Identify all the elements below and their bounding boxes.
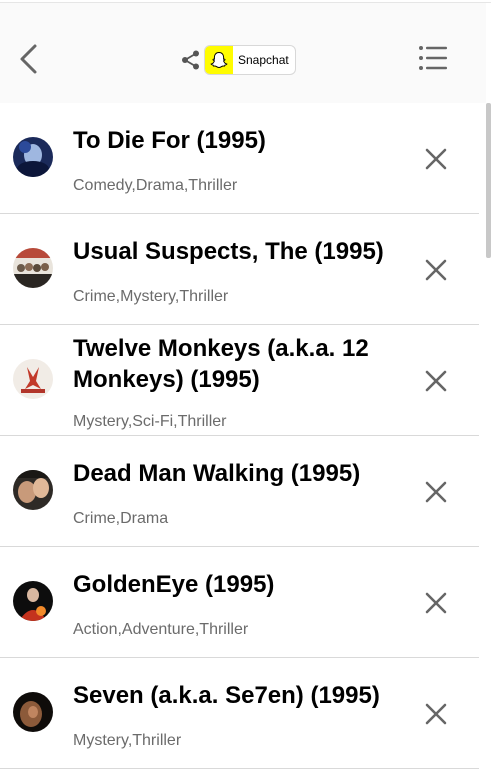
snapchat-logo	[205, 46, 233, 74]
close-icon	[425, 592, 447, 614]
close-icon	[425, 481, 447, 503]
scrollbar[interactable]	[486, 103, 491, 258]
share-area: Snapchat	[180, 45, 296, 75]
list-item[interactable]: Usual Suspects, The (1995) Crime,Mystery…	[0, 214, 479, 325]
list-item[interactable]: Dead Man Walking (1995) Crime,Drama	[0, 436, 479, 547]
movie-title: Dead Man Walking (1995)	[73, 460, 361, 487]
list-item[interactable]: Twelve Monkeys (a.k.a. 12 Monkeys) (1995…	[0, 325, 479, 436]
remove-button[interactable]	[423, 701, 449, 727]
movie-title: Twelve Monkeys (a.k.a. 12 Monkeys) (1995…	[73, 335, 369, 393]
movie-title: Usual Suspects, The (1995)	[73, 238, 384, 265]
movie-genres: Action,Adventure,Thriller	[73, 621, 249, 638]
movie-genres: Comedy,Drama,Thriller	[73, 177, 238, 194]
header-bar: Snapchat	[0, 3, 486, 103]
movie-title: Seven (a.k.a. Se7en) (1995)	[73, 682, 380, 709]
remove-button[interactable]	[423, 257, 449, 283]
close-icon	[425, 370, 447, 392]
movie-thumbnail	[13, 248, 53, 288]
movie-thumbnail	[13, 581, 53, 621]
snapchat-ghost-icon	[210, 51, 228, 69]
movie-thumbnail	[13, 137, 53, 177]
list-menu-button[interactable]	[418, 44, 448, 72]
close-icon	[425, 703, 447, 725]
remove-button[interactable]	[423, 146, 449, 172]
movie-genres: Crime,Drama	[73, 510, 169, 527]
movie-genres: Mystery,Sci-Fi,Thriller	[73, 413, 227, 430]
close-icon	[425, 148, 447, 170]
list-item[interactable]: GoldenEye (1995) Action,Adventure,Thrill…	[0, 547, 479, 658]
list-menu-icon	[419, 46, 447, 70]
movie-genres: Mystery,Thriller	[73, 732, 182, 749]
movie-thumbnail	[13, 359, 53, 399]
movie-title: To Die For (1995)	[73, 127, 266, 154]
movie-title: GoldenEye (1995)	[73, 571, 275, 598]
movie-genres: Crime,Mystery,Thriller	[73, 288, 229, 305]
back-button[interactable]	[14, 41, 46, 77]
snapchat-label: Snapchat	[238, 53, 289, 67]
remove-button[interactable]	[423, 479, 449, 505]
movie-list: To Die For (1995) Comedy,Drama,Thriller …	[0, 103, 479, 769]
chevron-left-icon	[20, 44, 37, 74]
movie-thumbnail	[13, 470, 53, 510]
list-item[interactable]: To Die For (1995) Comedy,Drama,Thriller	[0, 103, 479, 214]
remove-button[interactable]	[423, 590, 449, 616]
snapchat-share-button[interactable]: Snapchat	[204, 45, 296, 75]
close-icon	[425, 259, 447, 281]
movie-thumbnail	[13, 692, 53, 732]
remove-button[interactable]	[423, 368, 449, 394]
share-icon[interactable]	[180, 49, 202, 71]
list-item[interactable]: Seven (a.k.a. Se7en) (1995) Mystery,Thri…	[0, 658, 479, 769]
